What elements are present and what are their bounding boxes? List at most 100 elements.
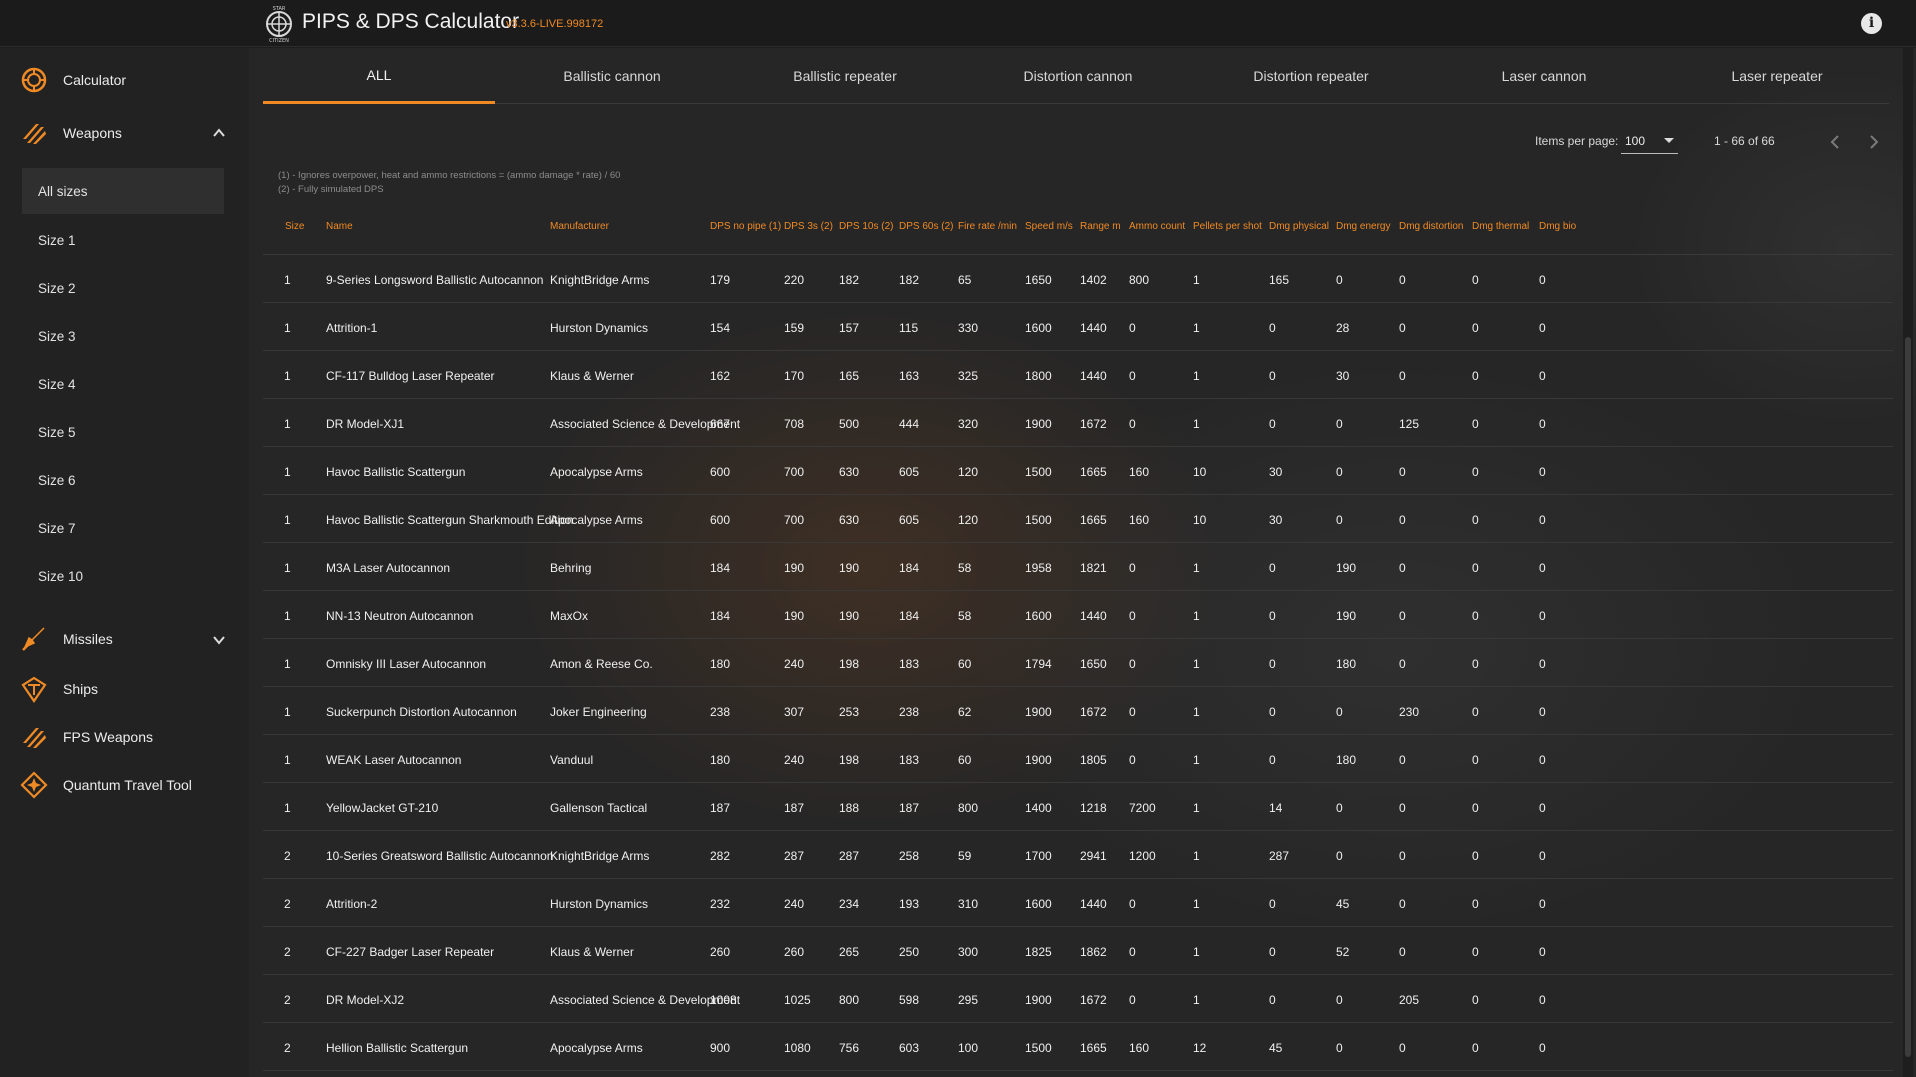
cell-name: Havoc Ballistic Scattergun [326, 465, 466, 479]
table-row[interactable]: 1 9-Series Longsword Ballistic Autocannon… [263, 255, 1893, 303]
sidebar-item-fps-weapons[interactable]: FPS Weapons [0, 715, 249, 759]
table-row[interactable]: 1 NN-13 Neutron Autocannon MaxOx 184 190 190 1… [263, 591, 1893, 639]
sidebar-size-3[interactable]: Size 3 [22, 313, 224, 359]
table-row[interactable]: 1 M3A Laser Autocannon Behring 184 190 190 184… [263, 543, 1893, 591]
cell-dps-10s: 756 [839, 1041, 860, 1055]
sidebar-size-4[interactable]: Size 4 [22, 361, 224, 407]
table-row[interactable]: 2 Hellion Ballistic Scattergun Apocalypse … [263, 1023, 1893, 1071]
cell-ammo-count: 160 [1129, 465, 1150, 479]
cell-dmg-physical: 0 [1269, 321, 1276, 335]
chevron-up-icon[interactable] [212, 126, 226, 140]
column-header-dps-60s[interactable]: DPS 60s (2) [899, 221, 953, 232]
tab-laser-cannon[interactable]: Laser cannon [1428, 48, 1660, 104]
column-header-ammo-count[interactable]: Ammo count [1129, 221, 1185, 232]
chevron-down-icon[interactable] [212, 633, 226, 647]
table-header: Size Name Manufacturer DPS no pipe (1) DPS 3… [263, 208, 1893, 255]
cell-manufacturer: Hurston Dynamics [550, 321, 649, 335]
table-row[interactable]: 1 DR Model-XJ1 Associated Science & Develo… [263, 399, 1893, 447]
cell-dps-no-pipe: 162 [710, 369, 731, 383]
sidebar-size-2[interactable]: Size 2 [22, 265, 224, 311]
cell-speed: 1500 [1025, 1041, 1052, 1055]
sidebar-size-1[interactable]: Size 1 [22, 217, 224, 263]
weapon-type-tabs: ALL Ballistic cannon Ballistic repeater … [263, 48, 1889, 104]
tab-distortion-repeater[interactable]: Distortion repeater [1195, 48, 1427, 104]
column-header-dps-10s[interactable]: DPS 10s (2) [839, 221, 893, 232]
cell-dmg-bio: 0 [1539, 705, 1546, 719]
sidebar-size-5[interactable]: Size 5 [22, 409, 224, 455]
tab-distortion-cannon[interactable]: Distortion cannon [962, 48, 1194, 104]
table-row[interactable]: 1 WEAK Laser Autocannon Vanduul 180 240 198 18… [263, 735, 1893, 783]
table-row[interactable]: 1 YellowJacket GT-210 Gallenson Tactical 18… [263, 783, 1893, 831]
cell-size: 1 [284, 609, 291, 623]
cell-dps-60s: 603 [899, 1041, 920, 1055]
items-per-page-select[interactable]: 100 [1621, 128, 1678, 154]
cell-manufacturer: Hurston Dynamics [550, 897, 649, 911]
column-header-speed[interactable]: Speed m/s [1025, 221, 1073, 232]
column-header-dmg-physical[interactable]: Dmg physical [1269, 221, 1329, 232]
tab-ballistic-cannon[interactable]: Ballistic cannon [496, 48, 728, 104]
table-row[interactable]: 1 Attrition-1 Hurston Dynamics 154 159 157 115… [263, 303, 1893, 351]
fps-weapons-icon [23, 728, 46, 748]
column-header-dps-no-pipe[interactable]: DPS no pipe (1) [710, 221, 781, 232]
column-header-dmg-thermal[interactable]: Dmg thermal [1472, 221, 1529, 232]
column-header-name[interactable]: Name [326, 221, 353, 232]
column-header-dps-3s[interactable]: DPS 3s (2) [784, 221, 833, 232]
cell-speed: 1500 [1025, 513, 1052, 527]
cell-dps-3s: 1025 [784, 993, 811, 1007]
previous-page-icon[interactable] [1825, 132, 1845, 152]
info-icon[interactable]: i [1861, 13, 1882, 34]
cell-dmg-physical: 0 [1269, 657, 1276, 671]
cell-speed: 1900 [1025, 705, 1052, 719]
sidebar-item-label: Missiles [63, 631, 113, 647]
column-header-manufacturer[interactable]: Manufacturer [550, 221, 609, 232]
sidebar-size-7[interactable]: Size 7 [22, 505, 224, 551]
cell-speed: 1500 [1025, 465, 1052, 479]
column-header-dmg-distortion[interactable]: Dmg distortion [1399, 221, 1463, 232]
cell-dps-3s: 700 [784, 465, 805, 479]
table-row[interactable]: 2 10-Series Greatsword Ballistic Autocann… [263, 831, 1893, 879]
sidebar-item-missiles[interactable]: Missiles [0, 617, 249, 661]
cell-dmg-thermal: 0 [1472, 657, 1479, 671]
table-row[interactable]: 2 CF-227 Badger Laser Repeater Klaus & Wer… [263, 927, 1893, 975]
cell-range: 1650 [1080, 657, 1107, 671]
column-header-dmg-bio[interactable]: Dmg bio [1539, 221, 1576, 232]
cell-dmg-bio: 0 [1539, 369, 1546, 383]
table-row[interactable]: 2 Attrition-2 Hurston Dynamics 232 240 234 193… [263, 879, 1893, 927]
next-page-icon[interactable] [1864, 132, 1884, 152]
column-header-size[interactable]: Size [285, 221, 304, 232]
tab-all[interactable]: ALL [263, 48, 495, 104]
cell-dmg-energy: 0 [1336, 801, 1343, 815]
cell-dmg-energy: 28 [1336, 321, 1350, 335]
column-header-pellets[interactable]: Pellets per shot [1193, 221, 1262, 232]
tab-ballistic-repeater[interactable]: Ballistic repeater [729, 48, 961, 104]
dropdown-caret-icon [1664, 138, 1674, 143]
sidebar-item-calculator[interactable]: Calculator [0, 58, 249, 102]
cell-dps-10s: 630 [839, 513, 860, 527]
sidebar-item-quantum-travel[interactable]: Quantum Travel Tool [0, 763, 249, 807]
cell-range: 2941 [1080, 849, 1107, 863]
sidebar-item-weapons[interactable]: Weapons [0, 111, 249, 155]
scrollbar-thumb[interactable] [1905, 337, 1911, 1057]
table-row[interactable]: 1 Omnisky III Laser Autocannon Amon & Rees… [263, 639, 1893, 687]
cell-size: 2 [284, 897, 291, 911]
sidebar-size-6[interactable]: Size 6 [22, 457, 224, 503]
table-row[interactable]: 1 Suckerpunch Distortion Autocannon Joker … [263, 687, 1893, 735]
cell-dmg-distortion: 0 [1399, 513, 1406, 527]
cell-dmg-energy: 180 [1336, 753, 1357, 767]
svg-text:CITIZEN: CITIZEN [269, 38, 289, 43]
table-row[interactable]: 1 Havoc Ballistic Scattergun Sharkmouth E… [263, 495, 1893, 543]
cell-pellets: 1 [1193, 561, 1200, 575]
table-row[interactable]: 2 DR Model-XJ2 Associated Science & Develo… [263, 975, 1893, 1023]
cell-dps-no-pipe: 282 [710, 849, 731, 863]
sidebar-size-10[interactable]: Size 10 [22, 553, 224, 599]
tab-laser-repeater[interactable]: Laser repeater [1661, 48, 1893, 104]
sidebar-item-ships[interactable]: Ships [0, 667, 249, 711]
cell-dmg-thermal: 0 [1472, 945, 1479, 959]
sidebar-size-all[interactable]: All sizes [22, 168, 224, 214]
column-header-fire-rate[interactable]: Fire rate /min [958, 221, 1017, 232]
sidebar: Calculator Weapons All sizes Size 1 Size… [0, 48, 249, 1077]
column-header-range[interactable]: Range m [1080, 221, 1121, 232]
table-row[interactable]: 1 CF-117 Bulldog Laser Repeater Klaus & We… [263, 351, 1893, 399]
table-row[interactable]: 1 Havoc Ballistic Scattergun Apocalypse Ar… [263, 447, 1893, 495]
column-header-dmg-energy[interactable]: Dmg energy [1336, 221, 1390, 232]
